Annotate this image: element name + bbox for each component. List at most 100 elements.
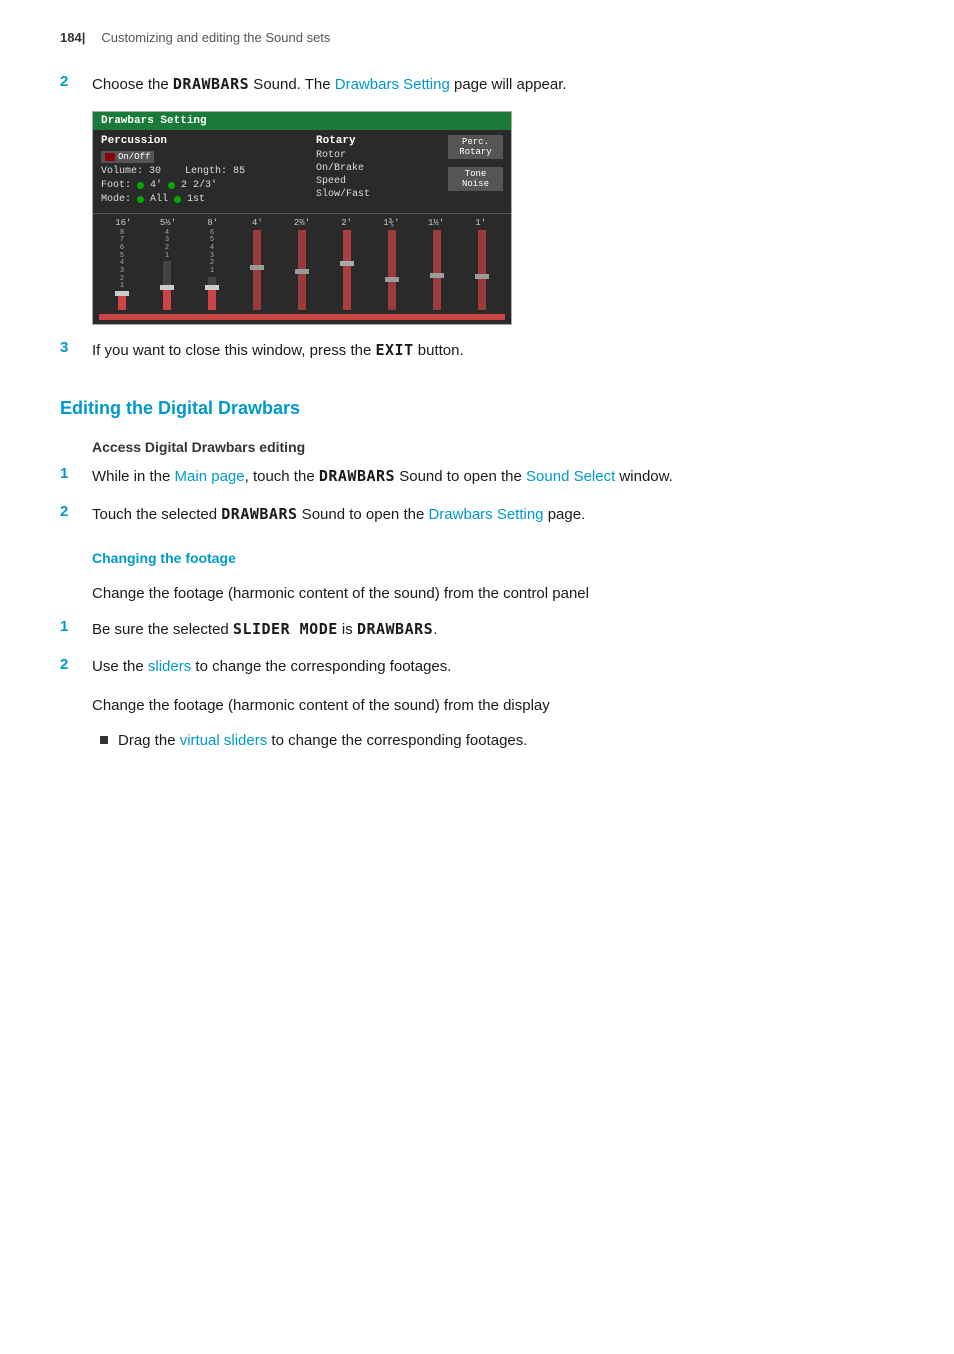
drawbars-sliders: 87654321 4321 654321 <box>99 230 505 310</box>
ruler-513: 5⅓' <box>146 218 191 228</box>
mode-label: Mode: <box>101 194 131 205</box>
step2b-sliders: sliders <box>148 658 191 675</box>
ruler-4: 4' <box>235 218 280 228</box>
on-off-row: On/Off <box>101 151 304 163</box>
step2a-mid: Sound to open the <box>298 506 429 523</box>
change-display-text: Change the footage (harmonic content of … <box>92 694 894 718</box>
slider-fill-135 <box>388 282 396 310</box>
step1b-drawbars: DRAWBARS <box>357 620 433 638</box>
speed-row: Speed <box>316 176 436 187</box>
ruler-1: 1' <box>458 218 503 228</box>
mode-radio2 <box>174 196 181 203</box>
step2b-end: to change the corresponding footages. <box>191 658 451 675</box>
step2b-pre: Use the <box>92 658 148 675</box>
control-step-num-1: 1 <box>60 618 76 642</box>
slider-fill-8 <box>208 290 216 310</box>
drawbars-screenshot: Drawbars Setting Percussion On/Off Volum… <box>92 111 512 325</box>
mode-val2: 1st <box>187 194 205 205</box>
slider-fill-16 <box>118 296 126 309</box>
slider-track-223 <box>298 230 306 310</box>
mode-row: Mode: All 1st <box>101 194 304 205</box>
step1a-post: Sound to open the <box>395 468 526 485</box>
percussion-title: Percussion <box>101 135 304 147</box>
slider-135 <box>371 230 413 310</box>
ruler-113: 1⅓' <box>414 218 459 228</box>
step1a-sound: Sound Select <box>526 468 615 485</box>
drawbars-ruler: 16' 5⅓' 8' 4' 2⅔' 2' 1⅗' 1⅓' 1' <box>99 218 505 228</box>
length-value: 85 <box>233 166 245 177</box>
on-off-box <box>105 153 115 161</box>
bullet-pre: Drag the <box>118 732 180 749</box>
page-number: 184| <box>60 30 85 45</box>
step2-end: page will appear. <box>450 76 567 93</box>
control-step-2-text: Use the sliders to change the correspond… <box>92 656 451 679</box>
mode-val1: All <box>150 194 168 205</box>
page-header: 184| Customizing and editing the Sound s… <box>60 30 894 45</box>
step1b-pre: Be sure the selected <box>92 621 233 638</box>
slider-fill-2 <box>343 266 351 310</box>
slider-track-4 <box>253 230 261 310</box>
slider-16: 87654321 <box>101 230 143 310</box>
step2a-end: page. <box>544 506 586 523</box>
slider-handle-113 <box>430 273 444 278</box>
bullet-sliders: virtual sliders <box>180 732 268 749</box>
step-3-text: If you want to close this window, press … <box>92 339 464 363</box>
changing-footage-heading: Changing the footage <box>92 550 894 566</box>
rotor-row: Rotor <box>316 150 436 161</box>
slider-113 <box>416 230 458 310</box>
step1a-main: Main page <box>175 468 245 485</box>
slider-1 <box>461 230 503 310</box>
control-step-num-2: 2 <box>60 656 76 679</box>
access-steps: 1 While in the Main page, touch the DRAW… <box>60 465 894 526</box>
slider-handle-2 <box>340 261 354 266</box>
slider-handle-4 <box>250 265 264 270</box>
step2a-drawbars: DRAWBARS <box>221 505 297 523</box>
step2a-setting: Drawbars Setting <box>428 506 543 523</box>
slider-track-2 <box>343 230 351 310</box>
slider-track-135 <box>388 230 396 310</box>
slider-track-513 <box>163 261 171 309</box>
ruler-8: 8' <box>190 218 235 228</box>
step3-end: button. <box>414 342 464 359</box>
on-off-control: On/Off <box>101 151 154 163</box>
step1a-end: window. <box>615 468 673 485</box>
step1b-end: . <box>433 621 437 638</box>
screenshot-header: Drawbars Setting <box>93 112 511 130</box>
step-2-text: Choose the DRAWBARS Sound. The Drawbars … <box>92 73 567 97</box>
foot-row: Foot: 4' 2 2/3' <box>101 180 304 191</box>
slider-handle-1 <box>475 274 489 279</box>
access-step-num-2: 2 <box>60 503 76 527</box>
step-number-3: 3 <box>60 339 76 363</box>
rotary-title: Rotary <box>316 135 436 147</box>
slider-handle-135 <box>385 277 399 282</box>
change-control-text: Change the footage (harmonic content of … <box>92 582 894 606</box>
control-step-1-text: Be sure the selected SLIDER MODE is DRAW… <box>92 618 437 642</box>
slider-2 <box>326 230 368 310</box>
tone-noise-btn: Tone Noise <box>448 167 503 191</box>
foot-val2: 2 2/3' <box>181 180 217 191</box>
drawbars-sliders-section: 16' 5⅓' 8' 4' 2⅔' 2' 1⅗' 1⅓' 1' 87654321… <box>93 214 511 324</box>
slider-track-8 <box>208 277 216 310</box>
foot-val1: 4' <box>150 180 162 191</box>
step-2-block: 2 Choose the DRAWBARS Sound. The Drawbar… <box>60 73 894 97</box>
slider-track-16 <box>118 292 126 310</box>
slider-handle-513 <box>160 285 174 290</box>
slider-fill-1 <box>478 279 486 309</box>
access-step-2-text: Touch the selected DRAWBARS Sound to ope… <box>92 503 585 527</box>
ruler-223: 2⅔' <box>280 218 325 228</box>
volume-value: 30 <box>149 166 161 177</box>
step-3-block: 3 If you want to close this window, pres… <box>60 339 894 363</box>
volume-row: Volume: 30 Length: 85 <box>101 166 304 177</box>
bullet-icon <box>100 736 108 744</box>
on-off-label: On/Off <box>118 152 150 162</box>
bullet-text: Drag the virtual sliders to change the c… <box>118 730 527 753</box>
foot-radio1 <box>137 182 144 189</box>
slider-handle-16 <box>115 291 129 296</box>
step1a-mid: , touch the <box>245 468 319 485</box>
step2-mid: Sound. The <box>249 76 335 93</box>
percussion-section: Percussion On/Off Volume: 30 Length: 85 … <box>101 135 304 208</box>
step2-pre: Choose the <box>92 76 173 93</box>
perc-rotary-section: Perc. Rotary Tone Noise <box>448 135 503 208</box>
ruler-2: 2' <box>324 218 369 228</box>
slider-track-113 <box>433 230 441 310</box>
